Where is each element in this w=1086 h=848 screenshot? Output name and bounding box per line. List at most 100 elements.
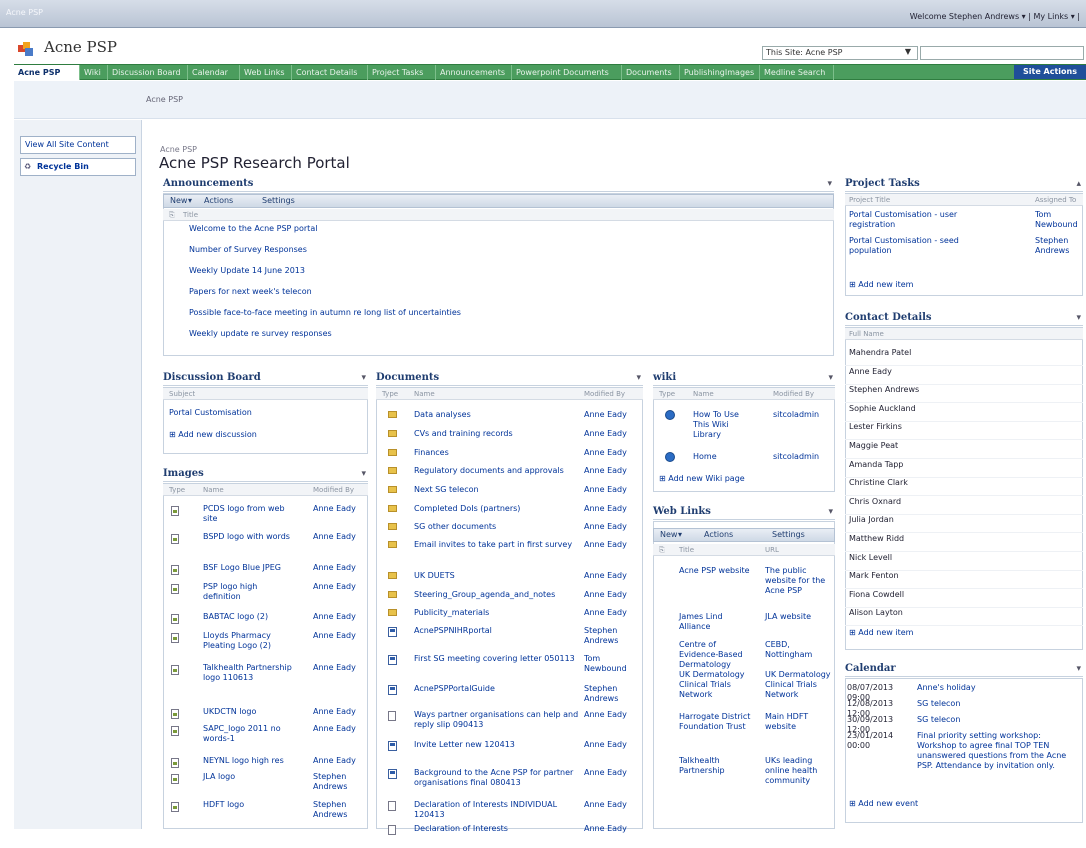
list-item[interactable]: Mark Fenton	[845, 571, 1083, 590]
calendar-title[interactable]: Calendar ▾	[845, 663, 1083, 677]
add-new-wiki-page-link[interactable]: ⊞ Add new Wiki page	[659, 474, 745, 483]
contact-name[interactable]: Mark Fenton	[849, 571, 899, 581]
modified-by-link[interactable]: Anne Eady	[584, 522, 640, 532]
site-actions-button[interactable]: Site Actions	[1014, 65, 1086, 79]
modified-by-link[interactable]: Anne Eady	[313, 756, 365, 766]
document-name-link[interactable]: Steering_Group_agenda_and_notes	[414, 590, 579, 600]
modified-by-link[interactable]: Stephen Andrews	[313, 772, 365, 792]
list-item[interactable]: Mahendra Patel	[845, 348, 1083, 366]
modified-by-link[interactable]: Anne Eady	[313, 532, 365, 542]
table-row[interactable]: Background to the Acne PSP for partner o…	[376, 768, 643, 792]
document-name-link[interactable]: Ways partner organisations can help and …	[414, 710, 579, 730]
nav-tab-powerpoint-documents[interactable]: Powerpoint Documents	[512, 65, 622, 80]
welcome-menu[interactable]: Welcome Stephen Andrews ▾ | My Links ▾ |	[910, 12, 1080, 21]
contact-name[interactable]: Julia Jordan	[849, 515, 894, 525]
list-item[interactable]: Lester Firkins	[845, 422, 1083, 441]
document-name-link[interactable]: Next SG telecon	[414, 485, 579, 495]
breadcrumb[interactable]: Acne PSP	[146, 95, 183, 104]
announcement-link[interactable]: Possible face-to-face meeting in autumn …	[189, 308, 461, 318]
assigned-to-link[interactable]: Tom Newbound	[1035, 210, 1081, 230]
modified-by-link[interactable]: Anne Eady	[313, 612, 365, 622]
modified-by-link[interactable]: Anne Eady	[584, 590, 640, 600]
contact-name[interactable]: Stephen Andrews	[849, 385, 919, 395]
list-item[interactable]: Maggie Peat	[845, 441, 1083, 459]
modified-by-link[interactable]: Anne Eady	[584, 448, 640, 458]
document-name-link[interactable]: Publicity_materials	[414, 608, 579, 618]
modified-by-link[interactable]: Anne Eady	[584, 608, 640, 618]
modified-by-link[interactable]: Anne Eady	[313, 563, 365, 573]
list-item[interactable]: 23/01/2014 00:00 Final priority setting w…	[845, 731, 1083, 791]
modified-by-link[interactable]: Anne Eady	[584, 740, 640, 750]
nav-tab-web-links[interactable]: Web Links	[240, 65, 292, 80]
web-links-title[interactable]: Web Links ▾	[653, 506, 835, 520]
event-link[interactable]: SG telecon	[917, 699, 1077, 709]
discussion-title[interactable]: Discussion Board ▾	[163, 372, 368, 386]
announcement-link[interactable]: Number of Survey Responses	[189, 245, 307, 255]
project-tasks-title[interactable]: Project Tasks ▴	[845, 178, 1083, 192]
document-name-link[interactable]: First SG meeting covering letter 050113	[414, 654, 579, 664]
table-row[interactable]: Declaration of Interests INDIVIDUAL 1204…	[376, 800, 643, 824]
contact-name[interactable]: Nick Levell	[849, 553, 892, 563]
modified-by-link[interactable]: Anne Eady	[584, 540, 640, 550]
table-row[interactable]: UK Dermatology Clinical Trials Network UK…	[653, 670, 835, 710]
actions-button[interactable]: Actions	[204, 195, 233, 207]
image-name-link[interactable]: UKDCTN logo	[203, 707, 295, 717]
recycle-bin-link[interactable]: ♻ Recycle Bin	[20, 158, 136, 176]
event-link[interactable]: SG telecon	[917, 715, 1077, 725]
modified-by-link[interactable]: Anne Eady	[584, 410, 640, 420]
list-item[interactable]: Matthew Ridd	[845, 534, 1083, 552]
contact-name[interactable]: Alison Layton	[849, 608, 903, 618]
view-all-site-content-link[interactable]: View All Site Content	[20, 136, 136, 154]
contact-name[interactable]: Fiona Cowdell	[849, 590, 904, 600]
table-row[interactable]: PSP logo high definition Anne Eady	[163, 582, 368, 606]
add-new-discussion-link[interactable]: ⊞ Add new discussion	[169, 430, 257, 439]
web-link-title[interactable]: James Lind Alliance	[679, 612, 755, 632]
image-name-link[interactable]: Talkhealth Partnership logo 110613	[203, 663, 295, 683]
list-item[interactable]: 12/08/2013 12:00 SG telecon	[845, 699, 1083, 718]
image-name-link[interactable]: SAPC_logo 2011 no words-1	[203, 724, 295, 744]
page-breadcrumb[interactable]: Acne PSP	[160, 145, 197, 154]
modified-by-link[interactable]: Anne Eady	[584, 571, 640, 581]
announcement-link[interactable]: Weekly update re survey responses	[189, 329, 332, 339]
document-name-link[interactable]: SG other documents	[414, 522, 579, 532]
table-row[interactable]: AcnePSPPortalGuide Stephen Andrews	[376, 684, 643, 708]
modified-by-link[interactable]: Anne Eady	[313, 707, 365, 717]
add-new-contact-link[interactable]: ⊞ Add new item	[849, 628, 913, 637]
contact-name[interactable]: Anne Eady	[849, 367, 892, 377]
web-link-title[interactable]: Centre of Evidence-Based Dermatology	[679, 640, 755, 670]
image-name-link[interactable]: BSPD logo with words	[203, 532, 295, 542]
announcement-link[interactable]: Papers for next week's telecon	[189, 287, 312, 297]
modified-by-link[interactable]: Anne Eady	[584, 466, 640, 476]
list-item[interactable]: Alison Layton	[845, 608, 1083, 627]
nav-tab-documents[interactable]: Documents	[622, 65, 680, 80]
list-item[interactable]: 30/09/2013 12:00 SG telecon	[845, 715, 1083, 734]
document-name-link[interactable]: Declaration of Interests	[414, 824, 579, 834]
table-row[interactable]: Lloyds Pharmacy Pleating Logo (2) Anne Ea…	[163, 631, 368, 655]
list-item[interactable]: Amanda Tapp	[845, 460, 1083, 478]
web-link-url[interactable]: JLA website	[765, 612, 833, 622]
document-name-link[interactable]: CVs and training records	[414, 429, 579, 439]
document-name-link[interactable]: Finances	[414, 448, 579, 458]
modified-by-link[interactable]: Stephen Andrews	[313, 800, 365, 820]
add-new-event-link[interactable]: ⊞ Add new event	[849, 799, 918, 808]
table-row[interactable]: Talkhealth Partnership UKs leading online…	[653, 756, 835, 796]
image-name-link[interactable]: JLA logo	[203, 772, 295, 782]
nav-tab-announcements[interactable]: Announcements	[436, 65, 512, 80]
document-name-link[interactable]: Regulatory documents and approvals	[414, 466, 579, 476]
list-item[interactable]: Nick Levell	[845, 553, 1083, 571]
web-link-title[interactable]: Acne PSP website	[679, 566, 755, 576]
nav-tab-publishingimages[interactable]: PublishingImages	[680, 65, 760, 80]
table-row[interactable]: Portal Customisation - user registration…	[845, 210, 1083, 234]
document-name-link[interactable]: AcnePSPNIHRportal	[414, 626, 579, 636]
new-button[interactable]: New	[170, 195, 187, 207]
modified-by-link[interactable]: Anne Eady	[584, 768, 640, 778]
nav-tab-medline-search[interactable]: Medline Search	[760, 65, 834, 80]
top-bar-site-link[interactable]: Acne PSP	[6, 8, 43, 17]
contact-name[interactable]: Mahendra Patel	[849, 348, 911, 358]
table-row[interactable]: Declaration of Interests Anne Eady	[376, 824, 643, 848]
list-item[interactable]: 08/07/2013 09:00 Anne's holiday	[845, 683, 1083, 702]
document-name-link[interactable]: Invite Letter new 120413	[414, 740, 579, 750]
event-link[interactable]: Anne's holiday	[917, 683, 1077, 693]
table-row[interactable]: Harrogate District Foundation Trust Main …	[653, 712, 835, 752]
modified-by-link[interactable]: Anne Eady	[313, 724, 365, 734]
